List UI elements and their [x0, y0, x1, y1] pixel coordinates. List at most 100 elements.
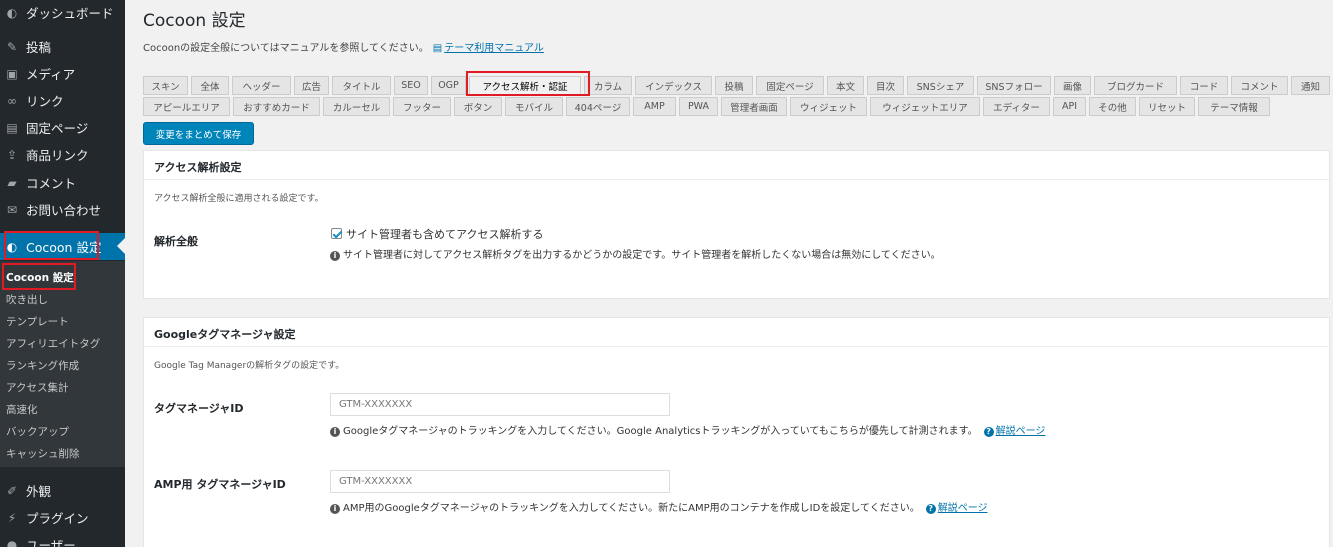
panel-header: Googleタグマネージャ設定 — [144, 318, 1329, 347]
checkbox-label[interactable]: サイト管理者も含めてアクセス解析する — [346, 226, 543, 242]
tab-api[interactable]: API — [1053, 97, 1086, 116]
tab-code[interactable]: コード — [1180, 76, 1228, 95]
tab-appeal-area[interactable]: アピールエリア — [143, 97, 230, 116]
active-arrow — [117, 238, 125, 254]
tab-notice[interactable]: 通知 — [1291, 76, 1330, 95]
menu-appearance[interactable]: ✐ 外観 — [0, 477, 125, 504]
tab-reset[interactable]: リセット — [1139, 97, 1195, 116]
tab-body[interactable]: 本文 — [827, 76, 864, 95]
help-text: i AMP用のGoogleタグマネージャのトラッキングを入力してください。新たにA… — [330, 499, 988, 514]
submenu-cache-clear[interactable]: キャッシュ削除 — [6, 446, 80, 461]
tab-carousel[interactable]: カルーセル — [323, 97, 390, 116]
menu-product-links[interactable]: ⇪ 商品リンク — [0, 141, 125, 168]
info-icon: i — [330, 504, 340, 514]
manual-link[interactable]: テーマ利用マニュアル — [444, 43, 544, 54]
tab-skin[interactable]: スキン — [143, 76, 188, 95]
user-icon: ● — [6, 537, 18, 547]
menu-label: リンク — [26, 94, 64, 109]
pin-icon: ✎ — [6, 39, 18, 54]
tab-pwa[interactable]: PWA — [679, 97, 718, 116]
include-admin-checkbox[interactable] — [331, 228, 342, 239]
access-analytics-panel: アクセス解析設定 アクセス解析全般に適用される設定です。 解析全般 サイト管理者… — [143, 150, 1330, 299]
tab-admin-screen[interactable]: 管理者画面 — [721, 97, 787, 116]
plugin-icon: ⚡ — [7, 510, 17, 525]
tab-blogcard[interactable]: ブログカード — [1094, 76, 1177, 95]
tab-mobile[interactable]: モバイル — [505, 97, 563, 116]
highlight-box — [466, 71, 590, 96]
tab-theme-info[interactable]: テーマ情報 — [1198, 97, 1270, 116]
tab-general[interactable]: 全体 — [191, 76, 229, 95]
menu-plugins[interactable]: ⚡ プラグイン — [0, 504, 125, 531]
menu-media[interactable]: ▣ メディア — [0, 60, 125, 87]
menu-label: 外観 — [26, 484, 52, 499]
amp-gtm-id-input[interactable] — [330, 470, 670, 493]
submenu-backup[interactable]: バックアップ — [6, 424, 69, 439]
tab-index[interactable]: インデックス — [635, 76, 712, 95]
menu-dashboard[interactable]: ◐ ダッシュボード — [0, 0, 125, 26]
tab-comment[interactable]: コメント — [1231, 76, 1288, 95]
menu-users[interactable]: ● ユーザー — [0, 531, 125, 547]
tab-seo[interactable]: SEO — [394, 76, 428, 95]
comment-icon: ▰ — [7, 175, 17, 190]
tab-post[interactable]: 投稿 — [715, 76, 753, 95]
tab-footer[interactable]: フッター — [393, 97, 451, 116]
cocoon-submenu: Cocoon 設定 吹き出し テンプレート アフィリエイトタグ ランキング作成 … — [0, 261, 125, 467]
menu-contact[interactable]: ✉ お問い合わせ — [0, 196, 125, 223]
link-icon: ∞ — [7, 93, 17, 108]
tab-page[interactable]: 固定ページ — [756, 76, 824, 95]
panel-title: Googleタグマネージャ設定 — [154, 328, 296, 341]
panel-header: アクセス解析設定 — [144, 151, 1329, 180]
menu-label: 投稿 — [26, 40, 52, 55]
menu-label: メディア — [26, 67, 76, 82]
tab-ads[interactable]: 広告 — [294, 76, 329, 95]
tab-404[interactable]: 404ページ — [566, 97, 630, 116]
row-label-gtm-id: タグマネージャID — [154, 402, 244, 415]
tab-ogp[interactable]: OGP — [431, 76, 466, 95]
submenu-speech-balloon[interactable]: 吹き出し — [6, 292, 48, 307]
tab-widget[interactable]: ウィジェット — [790, 97, 867, 116]
help-sentence: AMP用のGoogleタグマネージャのトラッキングを入力してください。新たにAM… — [343, 503, 920, 514]
tab-other[interactable]: その他 — [1089, 97, 1136, 116]
explanation-link[interactable]: 解説ページ — [938, 503, 988, 514]
tab-widget-area[interactable]: ウィジェットエリア — [870, 97, 980, 116]
tab-amp[interactable]: AMP — [633, 97, 676, 116]
tab-toc[interactable]: 目次 — [867, 76, 904, 95]
menu-pages[interactable]: ▤ 固定ページ — [0, 114, 125, 141]
intro-text: Cocoonの設定全般についてはマニュアルを参照してください。 ▤ テーマ利用マニュ… — [143, 39, 544, 54]
submenu-speedup[interactable]: 高速化 — [6, 402, 38, 417]
help-sentence: Googleタグマネージャのトラッキングを入力してください。Google Ana… — [343, 426, 978, 437]
help-sentence: サイト管理者に対してアクセス解析タグを出力するかどうかの設定です。サイト管理者を… — [343, 250, 941, 261]
menu-label: コメント — [26, 176, 77, 191]
appearance-icon: ✐ — [6, 483, 18, 498]
tab-sns-share[interactable]: SNSシェア — [907, 76, 974, 95]
page-title: Cocoon 設定 — [143, 11, 246, 31]
tab-editor[interactable]: エディター — [983, 97, 1050, 116]
question-icon: ? — [983, 427, 994, 437]
gtm-id-input[interactable] — [330, 393, 670, 416]
panel-description: アクセス解析全般に適用される設定です。 — [154, 194, 324, 204]
menu-label: 商品リンク — [26, 148, 89, 163]
info-icon: i — [330, 251, 340, 261]
explanation-link[interactable]: 解説ページ — [996, 426, 1046, 437]
panel-title: アクセス解析設定 — [154, 161, 242, 174]
menu-posts[interactable]: ✎ 投稿 — [0, 33, 125, 60]
menu-links[interactable]: ∞ リンク — [0, 87, 125, 114]
submenu-template[interactable]: テンプレート — [6, 314, 69, 329]
menu-label: プラグイン — [26, 511, 89, 526]
tab-image[interactable]: 画像 — [1054, 76, 1091, 95]
save-all-button[interactable]: 変更をまとめて保存 — [143, 122, 254, 145]
tab-title[interactable]: タイトル — [332, 76, 391, 95]
submenu-ranking[interactable]: ランキング作成 — [6, 358, 79, 373]
help-text: i サイト管理者に対してアクセス解析タグを出力するかどうかの設定です。サイト管理者… — [330, 246, 941, 261]
tab-button[interactable]: ボタン — [454, 97, 502, 116]
menu-comments[interactable]: ▰ コメント — [0, 169, 125, 196]
submenu-affiliate-tag[interactable]: アフィリエイトタグ — [6, 336, 100, 351]
submenu-access-stats[interactable]: アクセス集計 — [6, 380, 68, 395]
help-text: i Googleタグマネージャのトラッキングを入力してください。Google An… — [330, 422, 1045, 437]
tab-sns-follow[interactable]: SNSフォロー — [977, 76, 1051, 95]
tab-header[interactable]: ヘッダー — [232, 76, 291, 95]
tab-column[interactable]: カラム — [584, 76, 632, 95]
panel-description: Google Tag Managerの解析タグの設定です。 — [154, 361, 345, 371]
menu-label: ダッシュボード — [26, 6, 114, 21]
tab-recommended-card[interactable]: おすすめカード — [233, 97, 320, 116]
